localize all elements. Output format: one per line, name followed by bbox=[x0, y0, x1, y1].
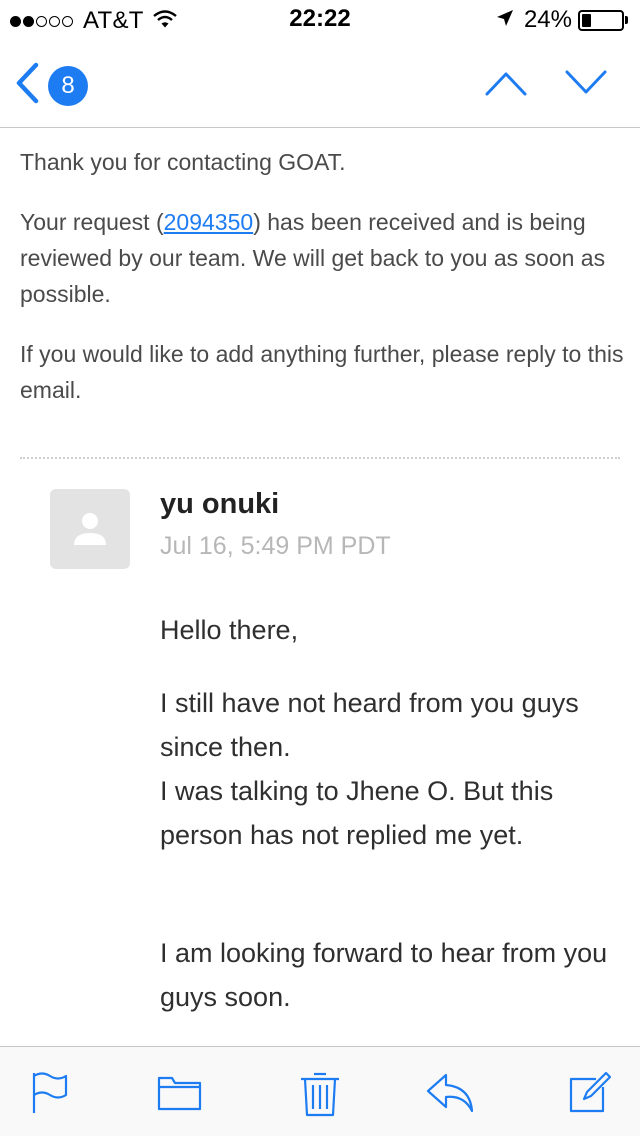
delete-button[interactable] bbox=[296, 1069, 344, 1117]
request-prefix: Your request ( bbox=[20, 209, 164, 235]
email-body[interactable]: Thank you for contacting GOAT. Your requ… bbox=[0, 128, 640, 1046]
mail-screen: AT&T 22:22 24% 8 Thank you for contactin… bbox=[0, 0, 640, 1136]
flag-button[interactable] bbox=[28, 1069, 76, 1117]
move-to-folder-button[interactable] bbox=[156, 1069, 204, 1117]
sender-name: yu onuki bbox=[160, 488, 280, 520]
status-bar: AT&T 22:22 24% bbox=[0, 0, 640, 40]
reply-icon bbox=[426, 1073, 474, 1113]
status-right: 24% bbox=[496, 6, 628, 34]
bottom-toolbar bbox=[0, 1046, 640, 1136]
unread-count-badge: 8 bbox=[48, 65, 88, 106]
reply-button[interactable] bbox=[424, 1069, 474, 1117]
message-paragraph: I still have not heard from you guys sin… bbox=[160, 681, 610, 857]
chevron-left-icon bbox=[14, 62, 40, 109]
compose-icon bbox=[569, 1071, 612, 1113]
location-arrow-icon bbox=[496, 9, 514, 32]
message-line: I still have not heard from you guys sin… bbox=[160, 688, 579, 762]
previous-message-button[interactable] bbox=[484, 68, 528, 103]
battery-tip bbox=[625, 16, 628, 24]
message-line: I was talking to Jhene O. But this perso… bbox=[160, 776, 554, 850]
quoted-text-line: If you would like to add anything furthe… bbox=[20, 341, 624, 403]
person-icon bbox=[74, 513, 106, 545]
message-greeting: Hello there, bbox=[160, 615, 299, 645]
back-button[interactable]: 8 bbox=[14, 62, 88, 109]
flag-icon bbox=[32, 1072, 68, 1113]
battery-percent: 24% bbox=[523, 6, 572, 33]
message-date: Jul 16, 5:49 PM PDT bbox=[160, 532, 391, 560]
quoted-text-line: Thank you for contacting GOAT. bbox=[20, 149, 346, 175]
chevron-down-icon bbox=[564, 70, 608, 102]
message-closing: I am looking forward to hear from you gu… bbox=[160, 938, 608, 1012]
next-message-button[interactable] bbox=[564, 68, 608, 103]
battery-level bbox=[582, 13, 591, 27]
trash-icon bbox=[301, 1072, 339, 1117]
request-id-link[interactable]: 2094350 bbox=[164, 209, 254, 235]
battery-icon bbox=[578, 9, 624, 31]
avatar bbox=[50, 489, 130, 569]
quoted-request-paragraph: Your request (2094350) has been received… bbox=[20, 204, 625, 312]
nav-bar: 8 bbox=[0, 40, 640, 128]
chevron-up-icon bbox=[484, 72, 528, 102]
quote-divider bbox=[20, 457, 620, 459]
compose-button[interactable] bbox=[566, 1069, 614, 1117]
folder-icon bbox=[157, 1076, 202, 1111]
